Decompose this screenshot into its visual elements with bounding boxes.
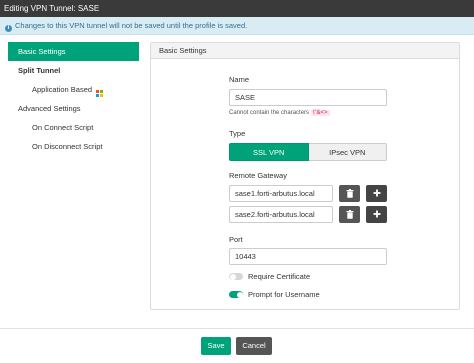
prompt-username-toggle[interactable] (229, 291, 243, 298)
cancel-button[interactable]: Cancel (236, 337, 272, 355)
sidebar-item-on-connect-script[interactable]: On Connect Script (8, 118, 139, 137)
info-icon: i (5, 25, 12, 32)
sidebar-item-label: Application Based (32, 85, 93, 94)
type-label: Type (229, 129, 246, 138)
sidebar-item-advanced-settings[interactable]: Advanced Settings (8, 99, 139, 118)
gateway-input-2[interactable]: sase2.forti-arbutus.local (229, 206, 333, 223)
plus-icon (373, 189, 380, 197)
sidebar: Basic Settings Split Tunnel Application … (8, 42, 139, 156)
require-certificate-label: Require Certificate (248, 272, 311, 281)
port-label: Port (229, 235, 243, 244)
settings-panel: Basic Settings (150, 42, 460, 310)
trash-icon (346, 189, 353, 198)
name-hint: Cannot contain the characters \"&<> (229, 110, 330, 116)
port-input[interactable]: 10443 (229, 248, 387, 265)
footer-divider (0, 328, 474, 329)
sidebar-item-on-disconnect-script[interactable]: On Disconnect Script (8, 137, 139, 156)
plus-icon (373, 210, 380, 218)
save-button[interactable]: Save (201, 337, 231, 355)
info-banner: i Changes to this VPN tunnel will not be … (0, 17, 474, 35)
sidebar-item-basic-settings[interactable]: Basic Settings (8, 42, 139, 61)
remote-gateway-label: Remote Gateway (229, 171, 287, 180)
info-message: Changes to this VPN tunnel will not be s… (15, 21, 248, 30)
name-hint-text: Cannot contain the characters (229, 110, 310, 116)
window-title: Editing VPN Tunnel: SASE (0, 0, 474, 17)
windows-logo-icon (96, 90, 104, 97)
type-option-ssl-vpn[interactable]: SSL VPN (229, 143, 309, 161)
add-gateway-button-2[interactable] (366, 206, 387, 223)
name-label: Name (229, 75, 250, 84)
require-certificate-toggle[interactable] (229, 273, 243, 280)
trash-icon (346, 210, 353, 219)
name-input[interactable]: SASE (229, 89, 387, 106)
delete-gateway-button-1[interactable] (339, 185, 360, 202)
sidebar-item-split-tunnel[interactable]: Split Tunnel (8, 61, 139, 80)
prompt-username-label: Prompt for Username (248, 290, 320, 299)
type-option-ipsec-vpn[interactable]: IPsec VPN (308, 143, 387, 161)
type-segmented-control: SSL VPN IPsec VPN (229, 143, 387, 161)
delete-gateway-button-2[interactable] (339, 206, 360, 223)
gateway-input-1[interactable]: sase1.forti-arbutus.local (229, 185, 333, 202)
add-gateway-button-1[interactable] (366, 185, 387, 202)
sidebar-item-application-based[interactable]: Application Based (8, 80, 139, 99)
panel-header: Basic Settings (151, 43, 459, 59)
name-hint-chars: \"&<> (310, 110, 330, 116)
